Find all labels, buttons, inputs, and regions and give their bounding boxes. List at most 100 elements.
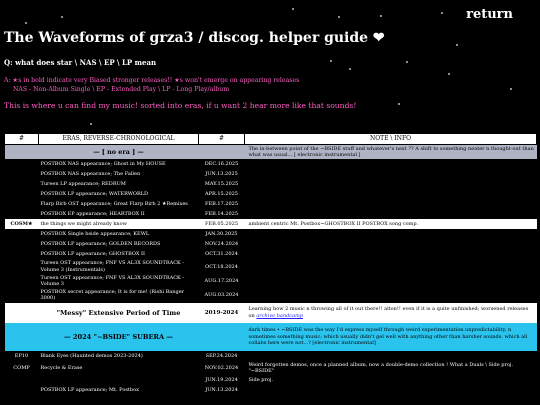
era-name: "Messy" Extensive Period of Time bbox=[38, 302, 199, 323]
release-date: FEB.05.2025 bbox=[198, 219, 245, 230]
era-row-no-era: — [ no era ] — The in-between point of th… bbox=[4, 144, 537, 160]
release-tag bbox=[5, 385, 39, 395]
release-note bbox=[245, 274, 537, 288]
header-eras: ERAS, REVERSE-CHRONOLOGICAL bbox=[38, 133, 199, 145]
release-date: JUN.13.2024 bbox=[205, 386, 238, 393]
release-note bbox=[245, 169, 537, 179]
release-note bbox=[245, 199, 537, 209]
release-date: JUN.13.2025 bbox=[205, 171, 238, 178]
era-empty-cell bbox=[4, 322, 39, 351]
background-star bbox=[330, 60, 332, 62]
table-row: POSTBOX Single bside appearance; KEWL JAN… bbox=[5, 229, 537, 239]
release-date: JUN.19.2024 bbox=[205, 376, 238, 383]
release-note bbox=[245, 259, 537, 273]
release-tag bbox=[5, 249, 39, 259]
era-empty-cell bbox=[4, 144, 39, 160]
release-title[interactable]: Tureen OST appearance; FNF VS AL3X SOUND… bbox=[39, 274, 199, 288]
table-row: COMP Recycle & Erase NOV.02.2024 Weird forg… bbox=[5, 361, 537, 375]
release-note: Weird forgotten demos, once a planned al… bbox=[248, 361, 514, 374]
table-row: POSTBOX NAS appearance; Ghost in My HOUS… bbox=[5, 159, 537, 169]
era-note: The in-between point of the ~BSIDE stuff… bbox=[244, 144, 537, 160]
release-title[interactable]: Tureen LP appearance; REDRUM bbox=[39, 179, 199, 189]
release-note: Side proj. bbox=[248, 376, 274, 383]
background-star bbox=[510, 88, 512, 90]
release-note bbox=[245, 209, 537, 219]
release-date: AUG.03.2024 bbox=[204, 292, 239, 299]
release-tag bbox=[5, 169, 39, 179]
faq-answer-line-1: A: ★s in bold indicate very Biased stron… bbox=[4, 77, 300, 84]
release-note bbox=[245, 249, 537, 259]
release-date: NOV.24.2024 bbox=[204, 241, 239, 248]
release-title[interactable]: POSTBOX LP appearance; GHOSTBOX II bbox=[39, 249, 199, 259]
table-header-row: # ERAS, REVERSE-CHRONOLOGICAL # NOTE \ I… bbox=[4, 133, 537, 145]
discography-table: # ERAS, REVERSE-CHRONOLOGICAL # NOTE \ I… bbox=[4, 133, 537, 395]
release-title[interactable] bbox=[39, 375, 199, 385]
header-number: # bbox=[4, 133, 39, 145]
release-tag: COMP bbox=[13, 364, 30, 371]
release-tag bbox=[5, 229, 39, 239]
table-row: JUN.19.2024 Side proj. bbox=[5, 375, 537, 385]
release-note bbox=[245, 179, 537, 189]
release-title[interactable]: Recycle & Erase bbox=[39, 361, 199, 375]
release-title[interactable]: POSTBOX Single bside appearance; KEWL bbox=[39, 229, 199, 239]
release-date: AUG.17.2024 bbox=[204, 277, 239, 284]
release-tag bbox=[5, 274, 39, 288]
background-star bbox=[448, 73, 450, 75]
release-title[interactable]: POSTBOX NAS appearance; Ghost in My HOUS… bbox=[39, 159, 199, 169]
background-star bbox=[338, 16, 340, 18]
release-title[interactable]: the things we might already know bbox=[38, 219, 199, 230]
release-date: OCT.31.2024 bbox=[205, 251, 238, 258]
table-row: Tureen OST appearance; FNF VS AL3X SOUND… bbox=[5, 274, 537, 288]
release-tag bbox=[5, 199, 39, 209]
release-date: OCT.18.2024 bbox=[205, 263, 238, 270]
faq-answer-line-2: NAS - Non-Album Single \ EP - Extended P… bbox=[13, 85, 230, 93]
release-note bbox=[245, 288, 537, 302]
release-tag bbox=[5, 159, 39, 169]
table-row: POSTBOX NAS appearance; The Fallen JUN.13… bbox=[5, 169, 537, 179]
background-star bbox=[398, 103, 400, 105]
era-row-subera: — 2024 "~BSIDE" SUBERA — dark times ∙ ~BS… bbox=[4, 322, 537, 351]
release-title[interactable]: POSTBOX EP appearance; HEARTBOX II bbox=[39, 209, 199, 219]
table-row: POSTBOX EP appearance; HEARTBOX II FEB.14… bbox=[5, 209, 537, 219]
release-tag bbox=[5, 179, 39, 189]
release-note bbox=[245, 159, 537, 169]
release-title[interactable]: POSTBOX LP appearance; WATERWORLD bbox=[39, 189, 199, 199]
release-title[interactable]: POSTBOX secret appearance; It is for me!… bbox=[39, 288, 199, 302]
release-tag bbox=[5, 259, 39, 273]
table-row: Tureen LP appearance; REDRUM MAY.15.2025 bbox=[5, 179, 537, 189]
background-star bbox=[25, 22, 27, 24]
release-title[interactable]: Flarp Birb OST appearance; Great Flarp B… bbox=[39, 199, 199, 209]
release-title[interactable]: Tureen OST appearance; FNF VS AL3X SOUND… bbox=[39, 259, 199, 273]
background-star bbox=[61, 16, 63, 18]
release-note bbox=[245, 239, 537, 249]
faq-question: Q: what does star \ NAS \ EP \ LP mean bbox=[4, 58, 157, 67]
release-tag: COSM★ bbox=[4, 219, 39, 230]
release-note bbox=[245, 229, 537, 239]
release-date: JAN.30.2025 bbox=[205, 231, 238, 238]
table-row: Flarp Birb OST appearance; Great Flarp B… bbox=[5, 199, 537, 209]
table-row: POSTBOX LP appearance; WATERWORLD APR.15.… bbox=[5, 189, 537, 199]
release-date: MAY.15.2025 bbox=[204, 181, 239, 188]
return-link[interactable]: return bbox=[466, 7, 513, 22]
table-row: POSTBOX LP appearance; Mt. Postbox JUN.13… bbox=[5, 385, 537, 395]
release-title[interactable]: POSTBOX NAS appearance; The Fallen bbox=[39, 169, 199, 179]
background-star bbox=[90, 123, 92, 125]
release-note bbox=[245, 189, 537, 199]
background-star bbox=[441, 12, 443, 14]
release-date: FEB.14.2025 bbox=[204, 211, 239, 218]
background-star bbox=[380, 15, 382, 17]
table-row: POSTBOX LP appearance; GHOSTBOX II OCT.31… bbox=[5, 249, 537, 259]
release-tag bbox=[5, 375, 39, 385]
intro-text: This is where u can find my music! sorte… bbox=[4, 101, 357, 110]
release-title[interactable]: POSTBOX LP appearance; Mt. Postbox bbox=[39, 385, 199, 395]
archive-bandcamp-link[interactable]: archive bandcamp bbox=[256, 313, 303, 319]
era-row-messy: "Messy" Extensive Period of Time 2019-202… bbox=[4, 302, 537, 323]
table-row: EP10 Blank Eyes (Haunted demos 2023-2024)… bbox=[5, 351, 537, 361]
release-tag: EP10 bbox=[14, 352, 29, 359]
release-title[interactable]: Blank Eyes (Haunted demos 2023-2024) bbox=[39, 351, 199, 361]
table-row: POSTBOX secret appearance; It is for me!… bbox=[5, 288, 537, 302]
header-note: NOTE \ INFO bbox=[244, 133, 537, 145]
release-date: FEB.17.2025 bbox=[204, 201, 239, 208]
release-title[interactable]: POSTBOX LP appearance; GOLDEN RECORDS bbox=[39, 239, 199, 249]
table-row-cosm: COSM★ the things we might already know FEB… bbox=[4, 219, 537, 230]
